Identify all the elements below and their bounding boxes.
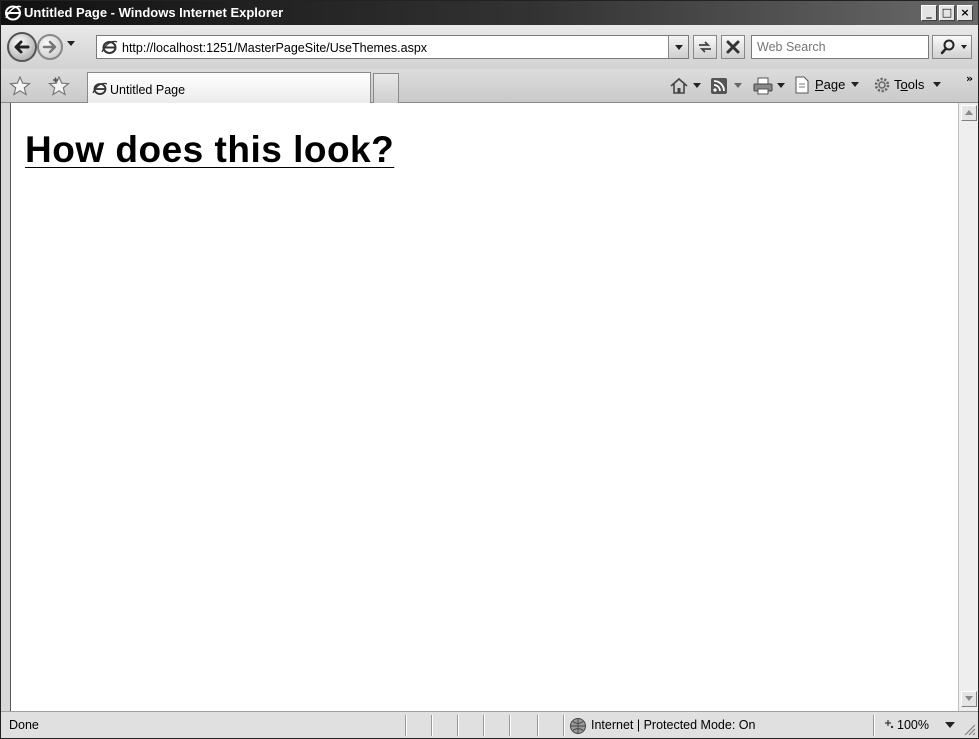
status-divider xyxy=(873,715,874,736)
status-divider xyxy=(483,715,484,736)
stop-x-icon xyxy=(726,40,740,54)
stop-button[interactable] xyxy=(721,35,745,59)
home-icon[interactable] xyxy=(669,77,689,95)
command-toolbar: Untitled Page Page Tools » xyxy=(1,69,978,103)
forward-arrow-icon xyxy=(42,40,57,54)
back-arrow-icon xyxy=(14,40,30,54)
back-button[interactable] xyxy=(7,32,37,62)
address-url[interactable]: http://localhost:1251/MasterPageSite/Use… xyxy=(122,41,427,55)
page-menu-label: age xyxy=(823,77,846,92)
tab-ie-icon xyxy=(92,82,108,95)
tab-untitled-page[interactable]: Untitled Page xyxy=(87,72,371,103)
status-bar: Done Internet | Protected Mode: On 100% xyxy=(1,711,978,738)
globe-icon xyxy=(570,718,586,734)
add-favorites-icon[interactable] xyxy=(47,76,71,96)
close-button[interactable]: × xyxy=(957,5,973,21)
status-divider xyxy=(537,715,538,736)
scroll-up-button[interactable] xyxy=(961,105,977,121)
refresh-icon xyxy=(699,41,711,53)
status-divider xyxy=(431,715,432,736)
favorites-star-icon[interactable] xyxy=(9,76,31,96)
status-divider xyxy=(405,715,406,736)
address-dropdown-button[interactable] xyxy=(668,36,688,58)
zoom-icon xyxy=(885,720,894,729)
new-tab-button[interactable] xyxy=(373,73,399,103)
resize-grip-icon[interactable] xyxy=(962,722,976,736)
zoom-dropdown-icon[interactable] xyxy=(945,722,955,728)
gear-icon xyxy=(874,77,890,93)
zoom-text: 100% xyxy=(897,718,929,732)
browser-window: Untitled Page - Windows Internet Explore… xyxy=(0,0,979,739)
status-divider xyxy=(563,715,564,736)
window-title: Untitled Page - Windows Internet Explore… xyxy=(24,5,284,20)
page-content: How does this look? xyxy=(10,103,958,711)
search-input[interactable] xyxy=(757,37,927,57)
feeds-dropdown-icon[interactable] xyxy=(734,83,742,89)
page-icon xyxy=(795,76,809,94)
tools-menu-accel: o xyxy=(900,77,908,92)
vertical-scrollbar[interactable] xyxy=(958,103,978,711)
address-toolbar: http://localhost:1251/MasterPageSite/Use… xyxy=(1,25,978,69)
search-box[interactable] xyxy=(751,35,929,59)
page-menu-accel: P xyxy=(815,77,824,92)
tools-dropdown-icon xyxy=(933,82,941,87)
ie-logo-icon xyxy=(5,5,22,21)
recent-pages-dropdown-icon[interactable] xyxy=(66,40,76,48)
zone-text: Internet | Protected Mode: On xyxy=(591,718,756,732)
maximize-button[interactable]: □ xyxy=(939,5,955,21)
print-icon[interactable] xyxy=(753,77,773,95)
minimize-button[interactable]: _ xyxy=(921,5,937,21)
arrow-up-icon xyxy=(965,110,973,115)
arrow-down-icon xyxy=(965,696,973,701)
toolbar-overflow-chevron[interactable]: » xyxy=(966,72,973,85)
search-button[interactable] xyxy=(932,35,972,59)
status-text: Done xyxy=(9,718,39,732)
status-divider xyxy=(509,715,510,736)
status-divider xyxy=(457,715,458,736)
home-dropdown-icon[interactable] xyxy=(693,83,701,89)
chevron-down-icon xyxy=(675,45,683,50)
feeds-icon[interactable] xyxy=(710,77,728,95)
tools-menu-label: ols xyxy=(907,77,925,92)
title-bar[interactable]: Untitled Page - Windows Internet Explore… xyxy=(1,1,978,25)
refresh-button[interactable] xyxy=(693,35,717,59)
page-dropdown-icon xyxy=(851,82,859,87)
page-heading: How does this look? xyxy=(25,129,395,170)
address-bar[interactable]: http://localhost:1251/MasterPageSite/Use… xyxy=(96,35,689,59)
search-icon xyxy=(940,39,967,55)
scroll-down-button[interactable] xyxy=(961,691,977,707)
tab-label: Untitled Page xyxy=(110,83,186,97)
print-dropdown-icon[interactable] xyxy=(777,83,785,89)
forward-button[interactable] xyxy=(37,34,63,60)
page-ie-icon xyxy=(101,40,118,54)
